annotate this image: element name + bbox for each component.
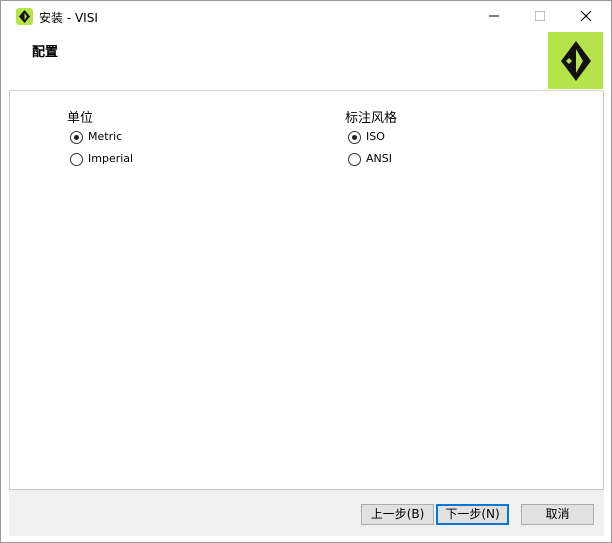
maximize-icon — [535, 11, 545, 21]
button-bar — [9, 489, 604, 536]
radio-label: Metric — [88, 130, 123, 143]
title-bar[interactable]: 安装 - VISI — [1, 1, 611, 31]
radio-label: ANSI — [366, 152, 392, 165]
radio-button[interactable] — [70, 153, 83, 166]
radio-label: Imperial — [88, 152, 134, 165]
cancel-button[interactable]: 取消 — [521, 504, 594, 525]
close-icon — [580, 10, 592, 22]
dimension-style-group-label: 标注风格 — [345, 111, 398, 126]
back-button[interactable]: 上一步(B) — [361, 504, 434, 525]
next-button[interactable]: 下一步(N) — [436, 504, 509, 525]
radio-button[interactable] — [348, 131, 361, 144]
radio-label: ISO — [366, 130, 385, 143]
minimize-icon — [489, 15, 499, 17]
close-button[interactable] — [563, 1, 609, 31]
installer-window: 安装 - VISI 配置 单位 Metric Imperial 标注风格 ISO… — [0, 0, 612, 543]
content-border-left — [9, 91, 10, 489]
page-title: 配置 — [32, 45, 59, 60]
radio-button[interactable] — [348, 153, 361, 166]
maximize-button[interactable] — [517, 1, 563, 31]
radio-button[interactable] — [70, 131, 83, 144]
header-divider — [9, 90, 603, 91]
units-group-label: 单位 — [67, 111, 94, 126]
content-border-right — [603, 91, 604, 489]
visi-diamond-icon — [16, 8, 33, 25]
minimize-button[interactable] — [471, 1, 517, 31]
visi-logo-icon — [548, 32, 603, 89]
window-title: 安装 - VISI — [39, 11, 98, 25]
